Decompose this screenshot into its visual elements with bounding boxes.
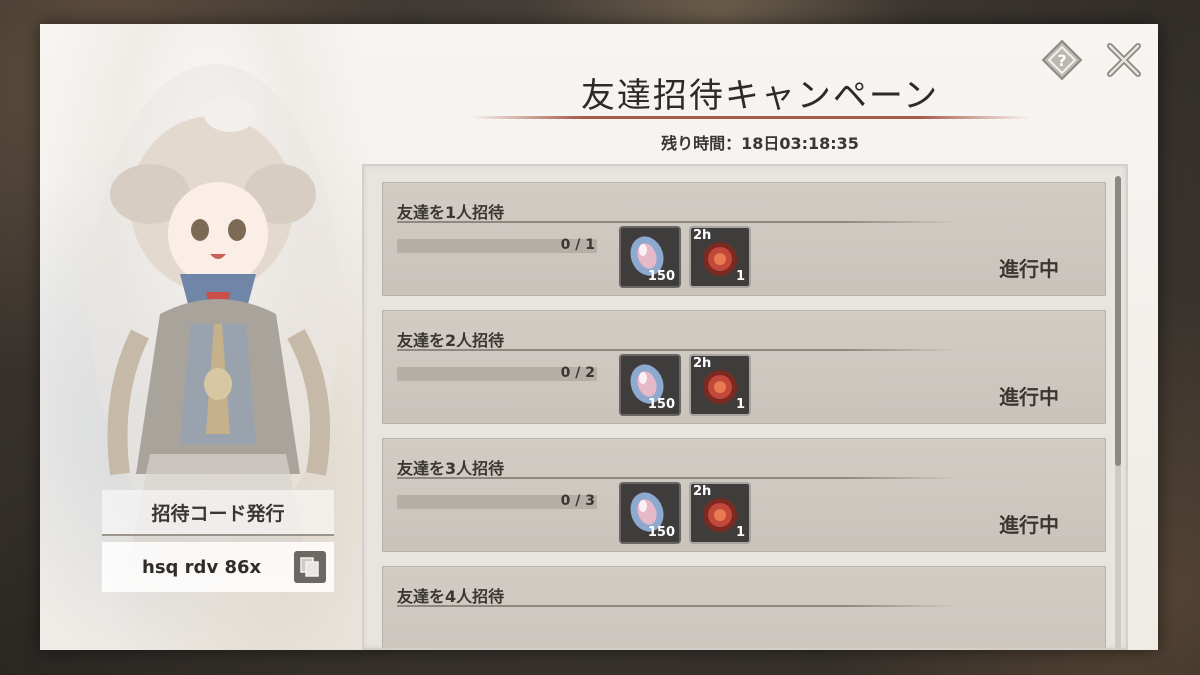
reward-gem[interactable]: 150 [619,226,681,288]
reward-quantity: 1 [735,397,745,412]
reward-quantity: 150 [647,269,675,284]
mission-list[interactable]: 友達を1人招待 0 / 1 150 2h 1 進行中 友達を2人招待 0 / 2… [362,164,1128,650]
scrollbar[interactable] [1115,176,1121,650]
divider [397,605,957,607]
mission-label: 友達を3人招待 [397,459,505,478]
reward-orb[interactable]: 2h 1 [689,354,751,416]
reward-quantity: 1 [735,269,745,284]
mission-row: 友達を2人招待 0 / 2 150 2h 1 進行中 [382,310,1106,424]
divider [397,221,957,223]
copy-icon [300,557,319,577]
help-button[interactable]: ? [1040,38,1084,82]
reward-orb[interactable]: 2h 1 [689,482,751,544]
invite-code-value: hsq rdv 86x [142,556,262,578]
progress-text: 0 / 2 [560,365,595,381]
reward-gem[interactable]: 150 [619,482,681,544]
mission-row: 友達を3人招待 0 / 3 150 2h 1 進行中 [382,438,1106,552]
reward-quantity: 1 [735,525,745,540]
mission-status: 進行中 [999,257,1059,281]
progress-text: 0 / 1 [560,237,595,253]
divider [397,349,957,351]
title-underline [470,116,1030,119]
reward-gem[interactable]: 150 [619,354,681,416]
reward-tag: 2h [693,356,712,371]
mission-label: 友達を1人招待 [397,203,505,222]
reward-quantity: 150 [647,397,675,412]
mission-label: 友達を4人招待 [397,587,505,606]
invite-code-field: hsq rdv 86x [102,542,334,592]
invite-code-heading: 招待コード発行 [102,490,334,536]
mission-row: 友達を1人招待 0 / 1 150 2h 1 進行中 [382,182,1106,296]
divider [397,477,957,479]
reward-tag: 2h [693,228,712,243]
reward-quantity: 150 [647,525,675,540]
help-icon: ? [1041,39,1083,81]
scrollbar-thumb[interactable] [1115,176,1121,466]
mission-status: 進行中 [999,385,1059,409]
mission-status: 進行中 [999,513,1059,537]
close-icon [1107,43,1141,77]
progress-text: 0 / 3 [560,493,595,509]
reward-tag: 2h [693,484,712,499]
remaining-time: 残り時間：18日03:18:35 [661,134,859,153]
svg-text:?: ? [1057,51,1066,70]
invite-code-section: 招待コード発行 hsq rdv 86x [102,490,334,618]
invite-campaign-dialog: 招待コード発行 hsq rdv 86x 友達招待キャンペーン 残り時間：18日0… [40,24,1158,650]
character-art-panel: 招待コード発行 hsq rdv 86x [40,24,376,650]
mission-row: 友達を4人招待 [382,566,1106,648]
copy-code-button[interactable] [294,551,326,583]
mission-label: 友達を2人招待 [397,331,505,350]
reward-orb[interactable]: 2h 1 [689,226,751,288]
dialog-title: 友達招待キャンペーン [580,76,940,116]
close-button[interactable] [1102,38,1146,82]
